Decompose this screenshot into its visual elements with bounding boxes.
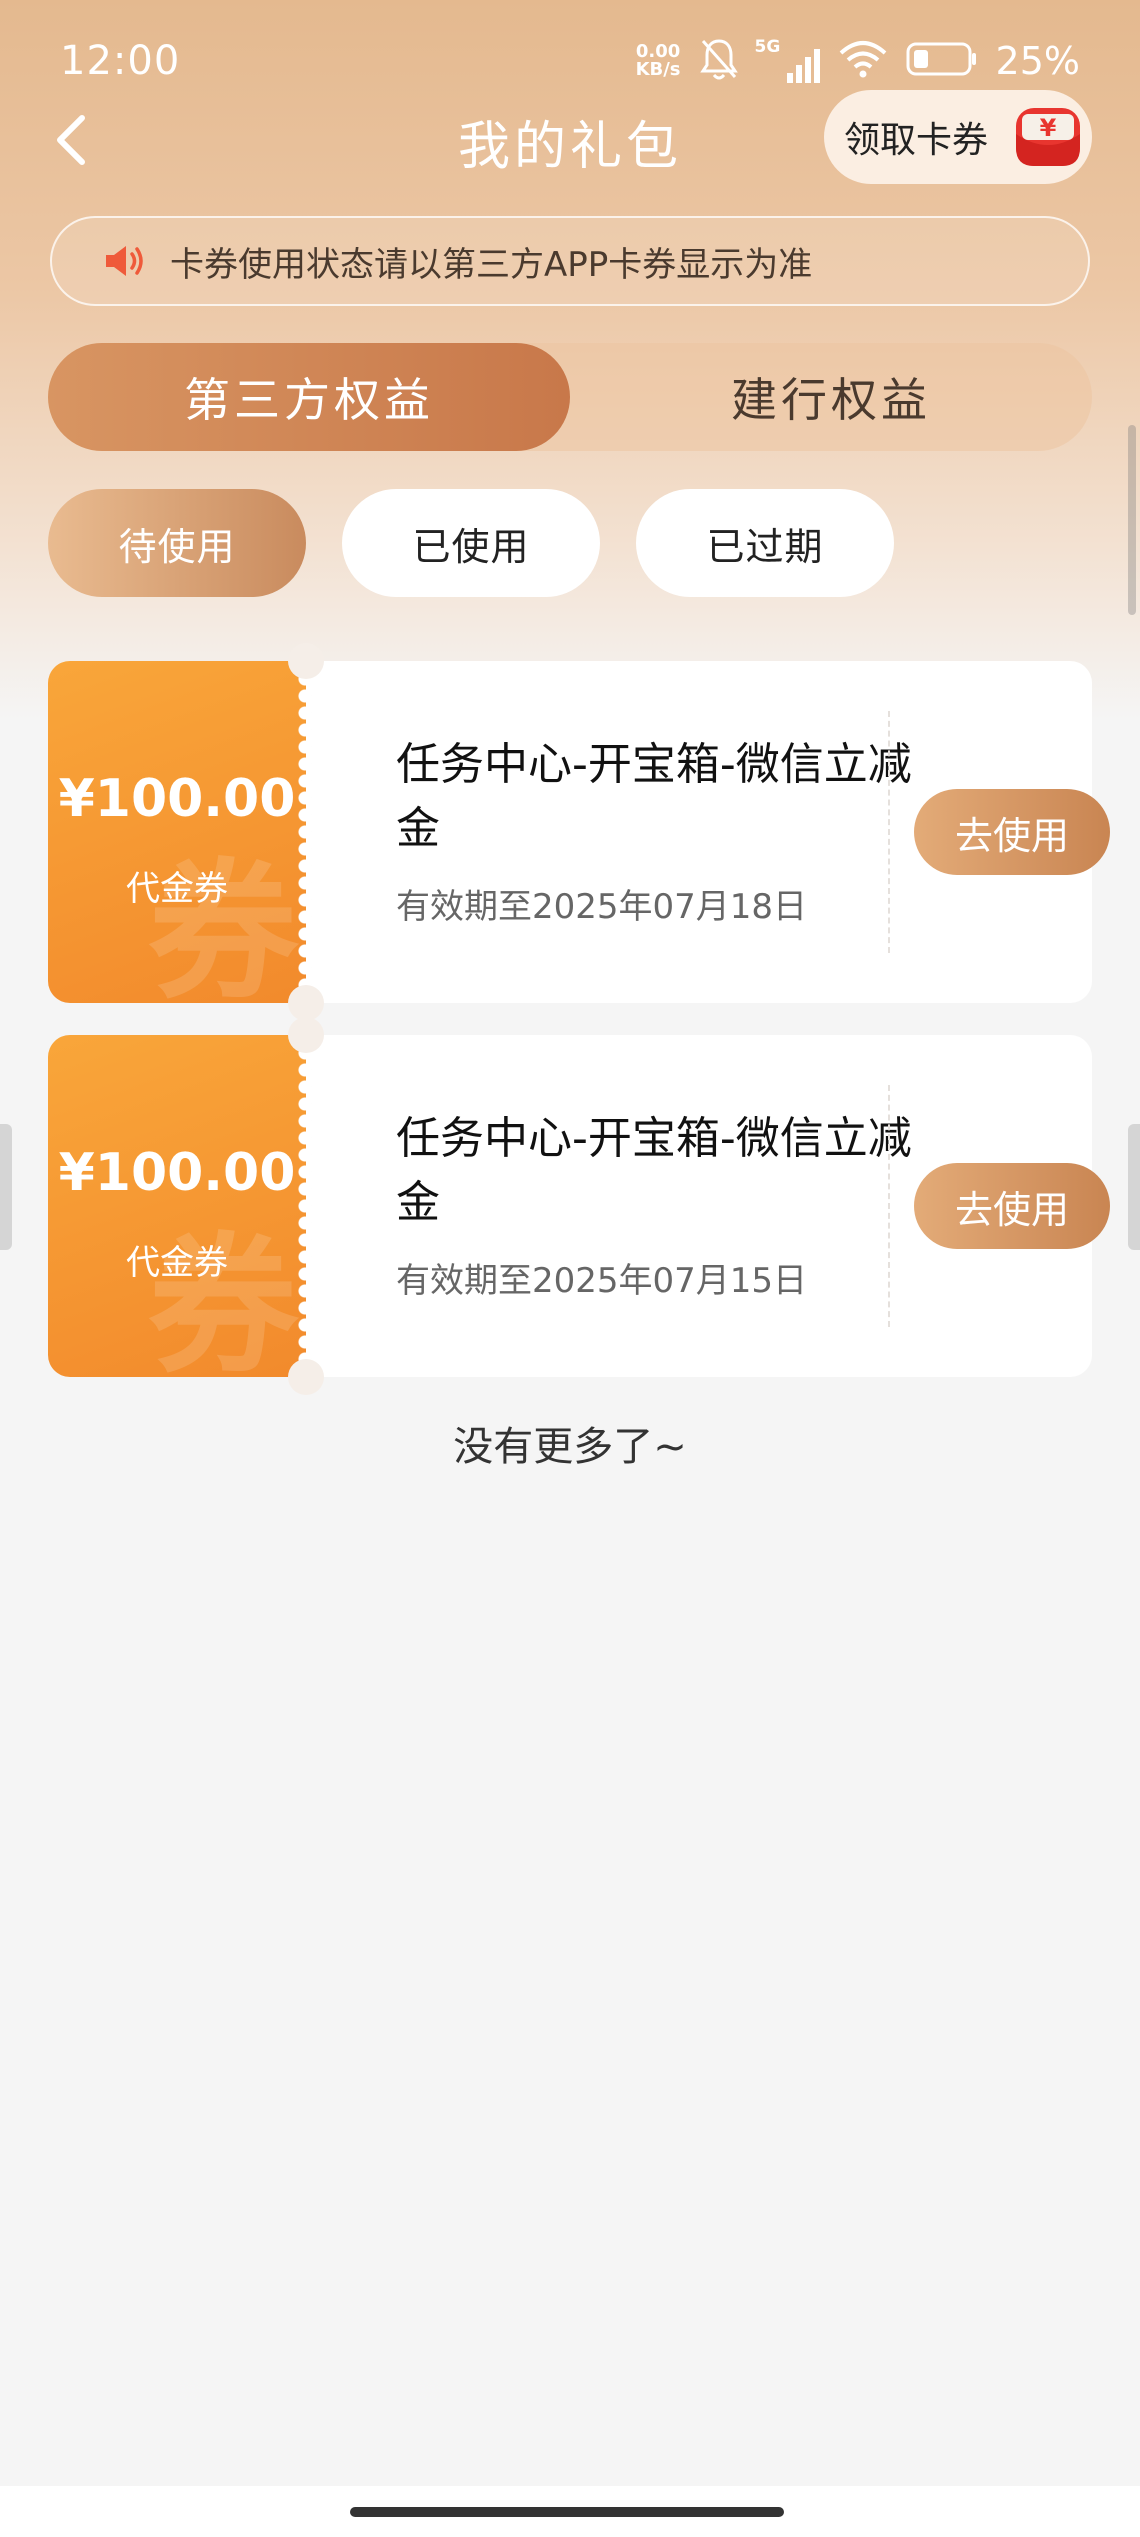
coupon-card: 券 ¥100.00 代金券 任务中心-开宝箱-微信立减金 有效期至2025年07… <box>48 643 1110 1021</box>
tab-expired[interactable]: 已过期 <box>636 489 894 597</box>
wifi-icon <box>838 39 888 83</box>
tab-pending-use[interactable]: 待使用 <box>48 489 306 597</box>
home-indicator[interactable] <box>350 2507 784 2517</box>
edge-handle-left[interactable] <box>0 1124 12 1250</box>
red-envelope-symbol: ¥ <box>1039 114 1057 142</box>
home-bar <box>0 2486 1140 2537</box>
speaker-icon <box>106 246 143 276</box>
mute-icon <box>699 37 739 85</box>
coupon-amount: ¥100.00 <box>58 769 296 829</box>
battery-icon <box>906 41 978 81</box>
coupon-notch <box>288 985 324 1021</box>
notice-text: 卡券使用状态请以第三方APP卡券显示为准 <box>170 244 813 285</box>
coupon-divider <box>888 1085 890 1327</box>
coupon-notch <box>288 1017 324 1053</box>
network-speed: 0.00 KB/s <box>636 43 681 79</box>
claim-coupon-button[interactable]: 领取卡券 ¥ <box>824 90 1092 184</box>
nav-bar: 我的礼包 领取卡券 ¥ <box>0 90 1140 190</box>
coupon-notch <box>288 643 324 679</box>
coupon-name: 任务中心-开宝箱-微信立减金 <box>396 739 912 854</box>
coupon-serration <box>292 1045 318 1367</box>
coupon-name: 任务中心-开宝箱-微信立减金 <box>396 1113 912 1228</box>
coupon-type: 代金券 <box>126 869 228 909</box>
coupon-expiry: 有效期至2025年07月18日 <box>396 887 808 927</box>
coupon-card: 券 ¥100.00 代金券 任务中心-开宝箱-微信立减金 有效期至2025年07… <box>48 1017 1110 1395</box>
tab-ccb-benefits[interactable]: 建行权益 <box>570 343 1092 451</box>
status-time: 12:00 <box>60 38 181 84</box>
main-tabs: 第三方权益 建行权益 <box>48 343 1092 451</box>
coupon-type: 代金券 <box>126 1243 228 1283</box>
use-coupon-button[interactable]: 去使用 <box>914 1163 1110 1249</box>
status-icons: 0.00 KB/s 5G 25% <box>636 36 1080 86</box>
claim-coupon-label: 领取卡券 <box>844 120 989 161</box>
coupon-detail-panel: 任务中心-开宝箱-微信立减金 有效期至2025年07月15日 去使用 <box>306 1035 1110 1377</box>
use-coupon-button[interactable]: 去使用 <box>914 789 1110 875</box>
coupon-notch <box>288 1359 324 1395</box>
scrollbar[interactable] <box>1128 425 1136 615</box>
notice-bar: 卡券使用状态请以第三方APP卡券显示为准 <box>50 216 1090 306</box>
list-end-text: 没有更多了~ <box>453 1424 687 1470</box>
coupon-expiry: 有效期至2025年07月15日 <box>396 1261 808 1301</box>
coupon-detail-panel: 任务中心-开宝箱-微信立减金 有效期至2025年07月18日 去使用 <box>306 661 1110 1003</box>
coupon-serration <box>292 671 318 993</box>
network-type: 5G <box>754 37 781 57</box>
edge-handle-right[interactable] <box>1128 1124 1140 1250</box>
coupon-divider <box>888 711 890 953</box>
signal-icon: 5G <box>754 37 820 83</box>
network-speed-unit: KB/s <box>635 59 681 80</box>
red-envelope-icon: ¥ <box>1012 104 1084 170</box>
coupon-amount: ¥100.00 <box>58 1143 296 1203</box>
coupon-value-panel: 券 ¥100.00 代金券 <box>48 1035 306 1377</box>
tab-used[interactable]: 已使用 <box>342 489 600 597</box>
battery-percent: 25% <box>995 39 1080 83</box>
tab-third-party-benefits[interactable]: 第三方权益 <box>48 343 570 451</box>
coupon-value-panel: 券 ¥100.00 代金券 <box>48 661 306 1003</box>
